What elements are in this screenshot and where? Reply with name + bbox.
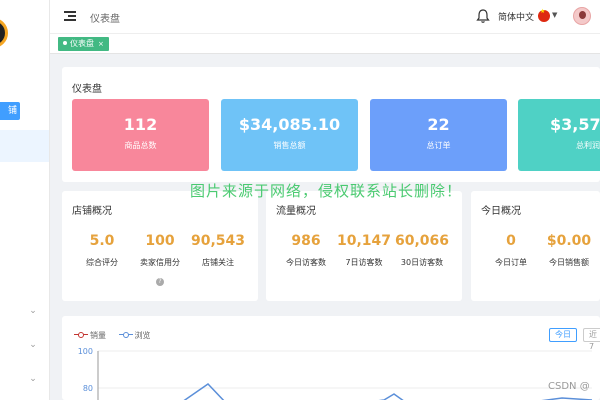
- stat-card-products[interactable]: 112 商品总数: [72, 99, 209, 171]
- close-icon[interactable]: ×: [98, 40, 104, 48]
- chevron-down-icon[interactable]: ⌄: [28, 306, 38, 316]
- help-icon[interactable]: ?: [156, 278, 164, 286]
- dashboard-panel: 仪表盘 112 商品总数 $34,085.10 销售总额 22 总订单 $3,5…: [62, 67, 600, 182]
- metric-rating: 5.0 综合评分: [72, 233, 132, 268]
- breadcrumb: 仪表盘: [90, 14, 120, 25]
- caret-down-icon[interactable]: ▼: [552, 11, 557, 19]
- shop-overview-card: 店铺概况 5.0 综合评分 100 卖家信用分 ? 90,543 店铺关注: [62, 191, 258, 301]
- stat-value: 112: [123, 115, 158, 134]
- card-title: 店铺概况: [72, 206, 112, 217]
- stat-card-profit[interactable]: $3,571 总利润: [518, 99, 600, 171]
- watermark-overlay: 图片来源于网络，侵权联系站长删除！: [190, 182, 463, 200]
- stat-label: 总订单: [426, 141, 451, 150]
- stat-label: 商品总数: [124, 141, 157, 150]
- stat-value: $3,571: [550, 115, 600, 134]
- metric-followers: 90,543 店铺关注: [188, 233, 248, 268]
- metric-value: 986: [291, 233, 321, 249]
- china-flag-icon[interactable]: [538, 8, 550, 22]
- tag-label: 仪表盘: [70, 39, 94, 48]
- metric-label: 7日访客数: [345, 258, 383, 267]
- chevron-down-icon[interactable]: ⌄: [28, 340, 38, 350]
- stat-value: 22: [427, 115, 450, 134]
- legend-label: 浏览: [134, 331, 151, 340]
- series-line-views: [183, 383, 593, 400]
- metric-value: 5.0: [89, 233, 115, 249]
- chart-legend: 销量 浏览: [74, 330, 161, 341]
- metric-credit: 100 卖家信用分 ?: [130, 233, 190, 287]
- metric-value: 90,543: [190, 233, 246, 249]
- menu-toggle-icon[interactable]: [64, 11, 76, 21]
- metric-label: 今日销售额: [549, 258, 589, 267]
- metric-today-orders: 0 今日订单: [481, 233, 541, 268]
- metric-7day-visitors: 10,147 7日访客数: [334, 233, 394, 268]
- card-title: 今日概况: [481, 206, 521, 217]
- stat-label: 销售总额: [273, 141, 306, 150]
- metric-today-sales: $0.00 今日销售额: [539, 233, 599, 268]
- stat-card-sales[interactable]: $34,085.10 销售总额: [221, 99, 358, 171]
- metric-label: 卖家信用分: [140, 258, 180, 267]
- metric-label: 30日访客数: [400, 258, 444, 267]
- metric-label: 综合评分: [86, 258, 118, 267]
- panel-title: 仪表盘: [72, 84, 102, 95]
- metric-value: 100: [145, 233, 175, 249]
- legend-swatch: [74, 331, 88, 339]
- metric-label: 今日访客数: [286, 258, 326, 267]
- chart-card: 销量 浏览 今日 近7 100 80: [62, 316, 600, 400]
- bell-icon[interactable]: [476, 8, 490, 24]
- stat-card-orders[interactable]: 22 总订单: [370, 99, 507, 171]
- metric-value: 0: [506, 233, 516, 249]
- metric-label: 今日订单: [495, 258, 527, 267]
- shop-button[interactable]: 铺: [0, 102, 20, 120]
- chevron-down-icon[interactable]: ⌄: [28, 374, 38, 384]
- tags-view: 仪表盘 ×: [50, 34, 600, 54]
- top-header: 仪表盘 简体中文 ▼: [50, 0, 600, 34]
- card-title: 流量概况: [276, 206, 316, 217]
- range-7day-button[interactable]: 近7: [583, 328, 600, 351]
- metric-value: $0.00: [546, 233, 592, 249]
- stat-value: $34,085.10: [238, 115, 341, 134]
- tag-dashboard[interactable]: 仪表盘 ×: [58, 37, 109, 51]
- user-avatar[interactable]: [573, 7, 591, 25]
- legend-swatch: [118, 331, 133, 339]
- legend-item-sales[interactable]: 销量: [74, 330, 106, 341]
- active-dot-icon: [63, 41, 67, 45]
- today-overview-card: 今日概况 0 今日订单 $0.00 今日销售额: [471, 191, 600, 301]
- sidebar: 铺 ⌄ ⌄ ⌄: [0, 0, 50, 400]
- legend-item-views[interactable]: 浏览: [118, 330, 151, 341]
- sidebar-item-active[interactable]: [0, 130, 49, 162]
- metric-label: 店铺关注: [202, 258, 234, 267]
- legend-label: 销量: [90, 331, 106, 340]
- watermark-corner: CSDN @: [548, 381, 590, 392]
- range-today-button[interactable]: 今日: [549, 328, 577, 342]
- metric-value: 60,066: [394, 233, 450, 249]
- stat-label: 总利润: [576, 141, 600, 150]
- metric-30day-visitors: 60,066 30日访客数: [392, 233, 452, 268]
- language-selector[interactable]: 简体中文: [498, 10, 534, 23]
- metric-value: 10,147: [336, 233, 392, 249]
- y-tick-label: 100: [78, 347, 93, 356]
- traffic-overview-card: 流量概况 986 今日访客数 10,147 7日访客数 60,066 30日访客…: [266, 191, 462, 301]
- metric-today-visitors: 986 今日访客数: [276, 233, 336, 268]
- logo: [0, 18, 8, 48]
- line-chart: 100 80: [78, 347, 593, 400]
- y-tick-label: 80: [83, 384, 93, 393]
